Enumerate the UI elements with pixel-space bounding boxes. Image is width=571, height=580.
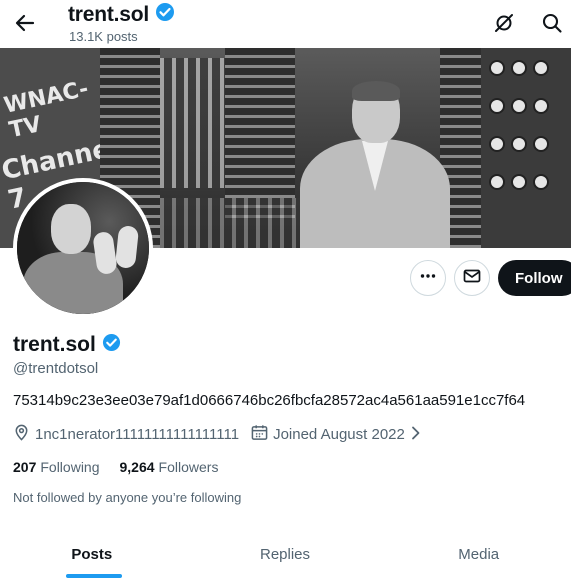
banner-dial-panel <box>481 48 571 248</box>
header-name-row: trent.sol <box>68 2 175 27</box>
banner-console <box>160 198 300 248</box>
followers-label: Followers <box>158 459 219 475</box>
more-icon <box>419 267 437 290</box>
joined-item[interactable]: Joined August 2022 <box>251 424 422 445</box>
tab-replies[interactable]: Replies <box>184 528 387 580</box>
more-button[interactable] <box>410 260 446 296</box>
profile-bio: 75314b9c23e3ee03e79af1d0666746bc26fbcfa2… <box>13 392 526 409</box>
following-link[interactable]: 207 Following <box>13 459 100 475</box>
follow-button[interactable]: Follow <box>498 260 571 296</box>
profile-header: trent.sol 13.1K posts <box>0 0 571 48</box>
tab-media[interactable]: Media <box>386 528 571 580</box>
message-button[interactable] <box>454 260 490 296</box>
calendar-icon <box>251 424 268 445</box>
verified-badge-icon <box>155 2 175 27</box>
header-display-name: trent.sol <box>68 2 150 26</box>
following-count: 207 <box>13 459 37 475</box>
profile-display-name: trent.sol <box>13 333 96 356</box>
profile-name-row: trent.sol <box>13 333 121 357</box>
header-actions <box>491 10 565 36</box>
grok-icon[interactable] <box>491 10 517 36</box>
header-post-count: 13.1K posts <box>69 29 138 44</box>
profile-handle: @trentdotsol <box>13 360 99 377</box>
tab-posts[interactable]: Posts <box>0 528 184 580</box>
banner-person <box>300 81 450 248</box>
tab-posts-label: Posts <box>71 545 113 563</box>
location-item: 1nc1nerator11111111111111111 <box>13 424 239 445</box>
tab-media-label: Media <box>458 545 500 563</box>
chevron-right-icon <box>410 426 422 444</box>
message-icon <box>463 267 481 290</box>
followers-link[interactable]: 9,264 Followers <box>120 459 219 475</box>
follow-stats: 207 Following 9,264 Followers <box>13 459 218 475</box>
followers-count: 9,264 <box>119 459 155 475</box>
profile-meta: 1nc1nerator11111111111111111 Joined Augu… <box>13 424 434 445</box>
profile-avatar[interactable] <box>13 178 153 318</box>
search-icon[interactable] <box>539 10 565 36</box>
banner-sign-line1: WNAC-TV <box>1 76 91 144</box>
profile-tabs: Posts Replies Media <box>0 528 571 580</box>
followed-by-text: Not followed by anyone you’re following <box>13 490 242 505</box>
tab-replies-label: Replies <box>259 545 311 563</box>
joined-text: Joined August 2022 <box>273 426 405 443</box>
active-tab-indicator <box>66 574 122 578</box>
location-icon <box>13 424 30 445</box>
following-label: Following <box>40 459 100 475</box>
location-text: 1nc1nerator11111111111111111 <box>35 426 240 443</box>
verified-badge-icon[interactable] <box>102 333 121 357</box>
back-arrow-icon[interactable] <box>10 8 40 38</box>
banner-equipment-rack <box>225 48 295 218</box>
banner-equipment-panel <box>160 58 225 188</box>
